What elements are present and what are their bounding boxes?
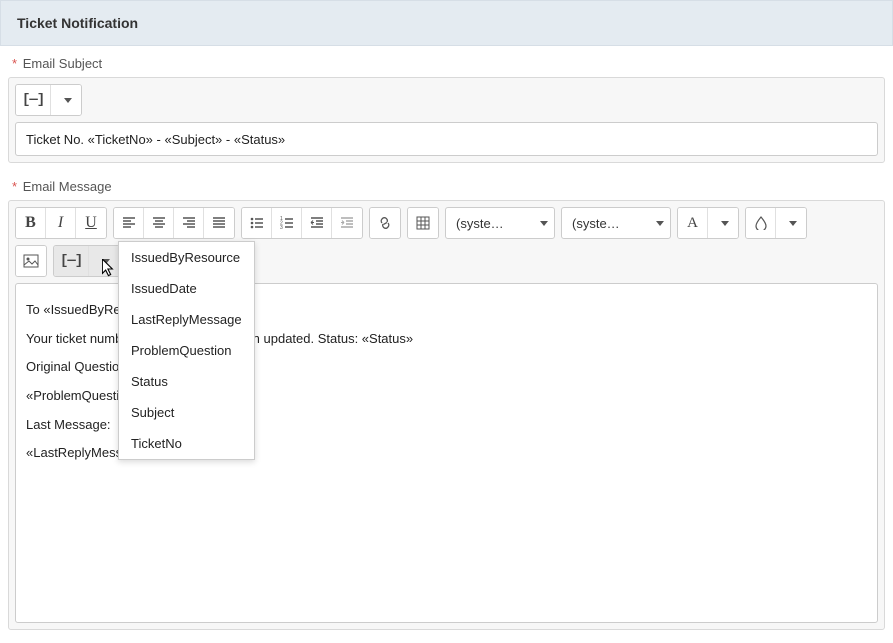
- email-message-section: * Email Message B I U: [0, 169, 893, 636]
- email-message-label: Email Message: [23, 179, 112, 194]
- indent-button[interactable]: [332, 208, 362, 238]
- required-marker: *: [12, 56, 17, 71]
- align-right-icon: [182, 216, 196, 230]
- chevron-down-icon: [102, 259, 110, 264]
- image-icon: [23, 254, 39, 268]
- indent-icon: [340, 216, 354, 230]
- align-justify-icon: [212, 216, 226, 230]
- chevron-down-icon: [721, 221, 729, 226]
- merge-field-button[interactable]: [—]: [16, 85, 51, 115]
- font-family-select[interactable]: (syste…: [445, 207, 555, 239]
- align-justify-button[interactable]: [204, 208, 234, 238]
- merge-field-option[interactable]: ProblemQuestion: [119, 335, 254, 366]
- email-message-panel: B I U: [8, 200, 885, 630]
- italic-button[interactable]: I: [46, 208, 76, 238]
- email-message-label-row: * Email Message: [8, 179, 885, 194]
- font-size-select[interactable]: (syste…: [561, 207, 671, 239]
- outdent-icon: [310, 216, 324, 230]
- merge-field-option[interactable]: Subject: [119, 397, 254, 428]
- email-subject-panel: [—] Ticket No. «TicketNo» - «Subject» - …: [8, 77, 885, 163]
- chevron-down-icon: [656, 221, 664, 226]
- ordered-list-button[interactable]: 123: [272, 208, 302, 238]
- ordered-list-icon: 123: [280, 216, 294, 230]
- font-family-value: (syste…: [456, 216, 511, 231]
- highlight-color-button[interactable]: [746, 208, 776, 238]
- merge-field-button[interactable]: [—]: [54, 246, 89, 276]
- chevron-down-icon: [540, 221, 548, 226]
- email-subject-section: * Email Subject [—] Ticket No. «TicketNo…: [0, 46, 893, 169]
- link-button[interactable]: [370, 208, 400, 238]
- email-subject-label-row: * Email Subject: [8, 56, 885, 71]
- table-icon: [416, 216, 430, 230]
- link-icon: [377, 216, 393, 230]
- font-color-icon: A: [687, 215, 698, 232]
- align-center-button[interactable]: [144, 208, 174, 238]
- align-left-button[interactable]: [114, 208, 144, 238]
- underline-button[interactable]: U: [76, 208, 106, 238]
- merge-field-option[interactable]: TicketNo: [119, 428, 254, 459]
- email-subject-value: Ticket No. «TicketNo» - «Subject» - «Sta…: [26, 132, 285, 147]
- insert-image-button[interactable]: [16, 246, 46, 276]
- svg-text:3: 3: [280, 225, 283, 230]
- email-subject-input[interactable]: Ticket No. «TicketNo» - «Subject» - «Sta…: [15, 122, 878, 156]
- merge-field-icon: [—]: [22, 92, 44, 108]
- page-header: Ticket Notification: [0, 0, 893, 46]
- highlight-color-dropdown-toggle[interactable]: [776, 208, 806, 238]
- underline-icon: U: [85, 214, 97, 232]
- merge-field-option[interactable]: IssuedByResource: [119, 242, 254, 273]
- font-color-button[interactable]: A: [678, 208, 708, 238]
- merge-field-option[interactable]: Status: [119, 366, 254, 397]
- required-marker: *: [12, 179, 17, 194]
- merge-field-dropdown-toggle[interactable]: [51, 85, 81, 115]
- align-center-icon: [152, 216, 166, 230]
- bold-icon: B: [25, 214, 36, 232]
- page-title: Ticket Notification: [17, 15, 138, 31]
- font-size-value: (syste…: [572, 216, 627, 231]
- font-color-dropdown-toggle[interactable]: [708, 208, 738, 238]
- subject-toolbar: [—]: [15, 84, 878, 116]
- merge-field-option[interactable]: LastReplyMessage: [119, 304, 254, 335]
- align-left-icon: [122, 216, 136, 230]
- table-button[interactable]: [408, 208, 438, 238]
- chevron-down-icon: [64, 98, 72, 103]
- merge-field-icon: [—]: [60, 253, 82, 269]
- align-right-button[interactable]: [174, 208, 204, 238]
- merge-field-dropdown-toggle[interactable]: [89, 246, 119, 276]
- italic-icon: I: [58, 214, 63, 232]
- bold-button[interactable]: B: [16, 208, 46, 238]
- merge-field-button-group: [—]: [15, 84, 82, 116]
- drop-icon: [755, 216, 767, 230]
- unordered-list-button[interactable]: [242, 208, 272, 238]
- editor-toolbar-row-1: B I U: [15, 207, 878, 239]
- merge-field-option[interactable]: IssuedDate: [119, 273, 254, 304]
- merge-field-dropdown: IssuedByResource IssuedDate LastReplyMes…: [118, 241, 255, 460]
- chevron-down-icon: [789, 221, 797, 226]
- unordered-list-icon: [250, 216, 264, 230]
- email-subject-label: Email Subject: [23, 56, 102, 71]
- outdent-button[interactable]: [302, 208, 332, 238]
